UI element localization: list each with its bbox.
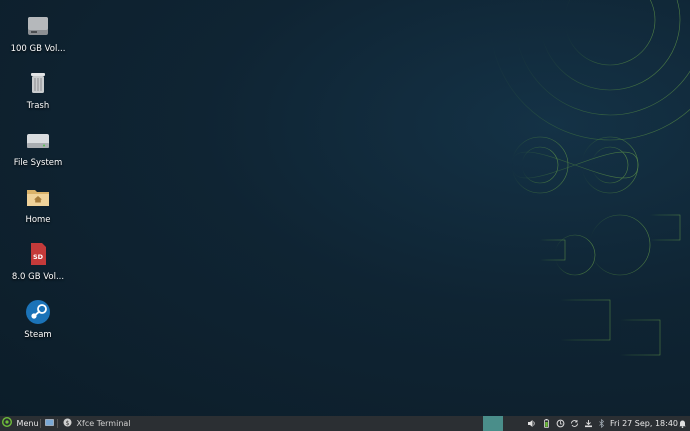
desktop-icon-label: 8.0 GB Vol... (11, 272, 65, 282)
menu-logo-icon (1, 416, 13, 428)
desktop-icon-label: File System (13, 158, 63, 168)
desktop-wallpaper (0, 0, 690, 416)
desktop-icon-volume-8gb[interactable]: SD 8.0 GB Vol... (0, 240, 76, 283)
desktop-icon-label: Trash (26, 101, 50, 111)
svg-text:$: $ (66, 420, 70, 427)
bottom-panel: Menu $ Xfce Terminal Fri 27 Sep, 18:40 (0, 416, 690, 431)
home-folder-icon (24, 183, 52, 211)
battery-icon[interactable] (542, 419, 551, 428)
notification-bell-icon[interactable] (678, 419, 687, 428)
hard-drive-icon (24, 12, 52, 40)
bluetooth-icon[interactable] (597, 418, 606, 429)
menu-label: Menu (16, 419, 39, 428)
sd-card-icon: SD (24, 240, 52, 268)
desktop-icon-trash[interactable]: Trash (0, 69, 76, 112)
taskbar-task-terminal[interactable]: $ Xfce Terminal (63, 416, 478, 431)
desktop-icon-steam[interactable]: Steam (0, 298, 76, 341)
steam-icon (24, 298, 52, 326)
sync-icon[interactable] (570, 419, 579, 428)
desktop-icon-volume-100gb[interactable]: 100 GB Vol... (0, 12, 76, 55)
desktop-icon-home[interactable]: Home (0, 183, 76, 226)
terminal-icon: $ (63, 418, 72, 427)
panel-separator (40, 419, 41, 428)
volume-icon[interactable] (527, 419, 536, 428)
desktop-icon (45, 419, 54, 426)
network-icon[interactable] (584, 419, 593, 428)
menu-button[interactable]: Menu (1, 416, 39, 431)
clock[interactable]: Fri 27 Sep, 18:40 (610, 416, 678, 431)
file-system-drive-icon (24, 126, 52, 154)
desktop-icon-label: 100 GB Vol... (10, 44, 66, 54)
show-desktop-button[interactable] (45, 416, 54, 431)
panel-separator (57, 419, 58, 428)
trash-icon (24, 69, 52, 97)
svg-text:SD: SD (33, 253, 44, 261)
desktop-icon-label: Steam (24, 330, 52, 340)
task-label: Xfce Terminal (76, 419, 131, 428)
update-icon[interactable] (556, 419, 565, 428)
workspace-switcher[interactable] (483, 416, 503, 431)
blueprint-pattern (469, 0, 690, 416)
desktop-icon-file-system[interactable]: File System (0, 126, 76, 169)
desktop-icon-label: Home (25, 215, 51, 225)
